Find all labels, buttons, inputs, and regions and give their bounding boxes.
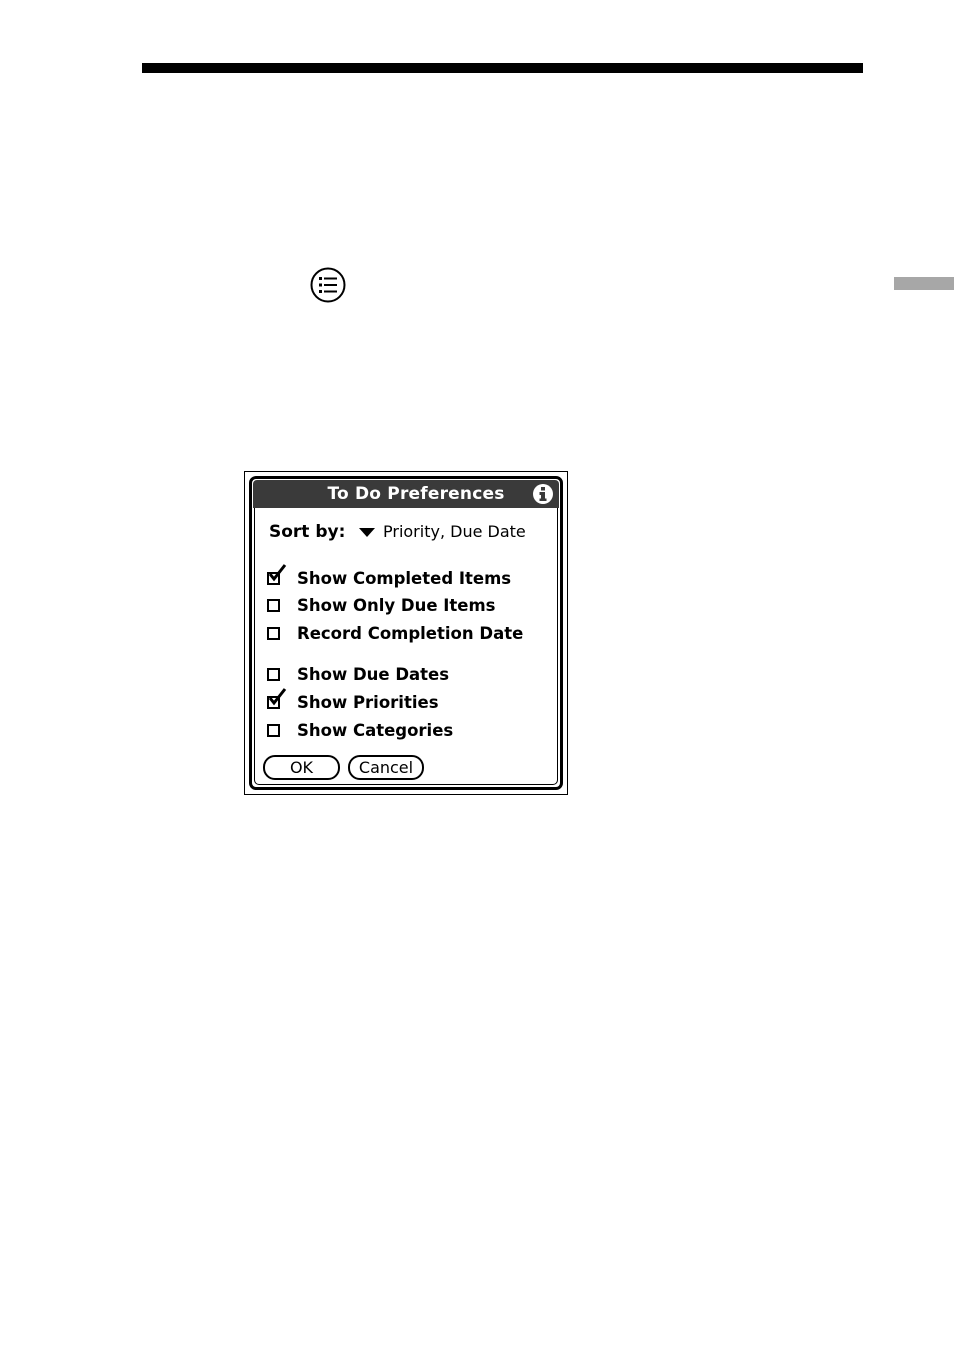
page-header-rule <box>142 63 863 73</box>
dialog-frame: To Do Preferences Sort by: Priority, Due… <box>253 480 559 785</box>
sort-by-label: Sort by: <box>269 522 346 542</box>
checkbox[interactable] <box>267 724 280 737</box>
option-show-due-dates[interactable]: Show Due Dates <box>267 665 557 687</box>
checkbox[interactable] <box>267 627 280 640</box>
ok-button[interactable]: OK <box>263 755 340 780</box>
option-show-priorities[interactable]: Show Priorities <box>267 688 557 715</box>
sort-by-value: Priority, Due Date <box>383 522 526 541</box>
sort-by-row: Sort by: Priority, Due Date <box>269 522 526 542</box>
option-record-completion-date[interactable]: Record Completion Date <box>267 624 557 646</box>
preferences-dialog: To Do Preferences Sort by: Priority, Due… <box>249 476 563 790</box>
dialog-titlebar: To Do Preferences <box>253 480 559 508</box>
menu-list-icon <box>310 267 346 303</box>
option-label: Show Completed Items <box>297 569 512 588</box>
info-icon[interactable] <box>532 483 554 505</box>
option-label: Show Priorities <box>297 693 439 712</box>
dialog-title: To Do Preferences <box>327 484 505 504</box>
checkbox[interactable] <box>267 599 280 612</box>
to-do-preferences-screenshot: To Do Preferences Sort by: Priority, Due… <box>244 471 568 795</box>
checkmark-icon <box>268 688 287 706</box>
option-show-only-due-items[interactable]: Show Only Due Items <box>267 596 557 618</box>
option-label: Show Only Due Items <box>297 596 496 615</box>
option-show-categories[interactable]: Show Categories <box>267 721 557 743</box>
checkbox[interactable] <box>267 668 280 681</box>
option-show-completed-items[interactable]: Show Completed Items <box>267 564 557 591</box>
cancel-button[interactable]: Cancel <box>348 755 424 780</box>
chapter-side-tab <box>894 277 954 290</box>
dropdown-arrow-icon <box>359 528 375 537</box>
option-label: Show Due Dates <box>297 665 450 684</box>
option-label: Show Categories <box>297 721 454 740</box>
option-label: Record Completion Date <box>297 624 524 643</box>
checkmark-icon <box>268 564 287 582</box>
